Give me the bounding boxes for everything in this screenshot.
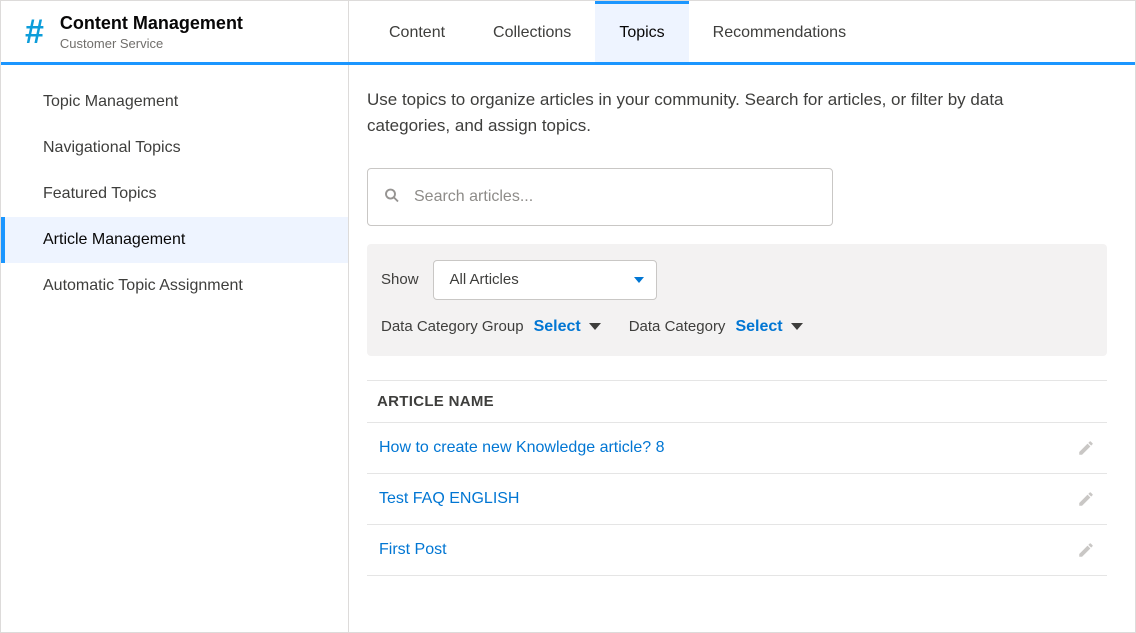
header-tabs: Content Collections Topics Recommendatio… <box>349 1 1135 62</box>
filter-bar: Show All Articles Data Category Group Se… <box>367 244 1107 356</box>
sidebar-item-article-management[interactable]: Article Management <box>1 217 348 263</box>
show-select[interactable]: All Articles <box>433 260 657 300</box>
filter-row-categories: Data Category Group Select Data Category… <box>381 318 1093 336</box>
article-table: ARTICLE NAME How to create new Knowledge… <box>367 380 1107 576</box>
dc-select-button[interactable]: Select <box>735 318 802 336</box>
tab-content[interactable]: Content <box>365 1 469 62</box>
intro-text: Use topics to organize articles in your … <box>367 87 1007 140</box>
app-root: # Content Management Customer Service Co… <box>0 0 1136 633</box>
sidebar-item-label: Navigational Topics <box>43 139 181 156</box>
tab-label: Content <box>389 24 445 42</box>
table-row: How to create new Knowledge article? 8 <box>367 423 1107 474</box>
article-link[interactable]: First Post <box>379 541 447 559</box>
sidebar-item-featured-topics[interactable]: Featured Topics <box>1 171 348 217</box>
sidebar-item-label: Article Management <box>43 231 185 248</box>
tab-collections[interactable]: Collections <box>469 1 595 62</box>
chevron-down-icon <box>791 323 803 330</box>
sidebar-item-navigational-topics[interactable]: Navigational Topics <box>1 125 348 171</box>
page-subtitle: Customer Service <box>60 36 243 51</box>
chevron-down-icon <box>634 277 644 283</box>
hash-icon: # <box>25 15 44 49</box>
sidebar-item-label: Automatic Topic Assignment <box>43 277 243 294</box>
tab-topics[interactable]: Topics <box>595 1 688 62</box>
search-wrap <box>367 168 833 226</box>
show-select-value: All Articles <box>450 271 519 288</box>
show-label: Show <box>381 271 419 288</box>
table-row: Test FAQ ENGLISH <box>367 474 1107 525</box>
chevron-down-icon <box>589 323 601 330</box>
pencil-icon[interactable] <box>1077 490 1095 508</box>
pencil-icon[interactable] <box>1077 439 1095 457</box>
body: Topic Management Navigational Topics Fea… <box>1 65 1135 632</box>
sidebar-item-topic-management[interactable]: Topic Management <box>1 79 348 125</box>
dcg-select-button[interactable]: Select <box>534 318 601 336</box>
page-title: Content Management <box>60 13 243 34</box>
main-content: Use topics to organize articles in your … <box>349 65 1135 632</box>
data-category-filter: Data Category Select <box>629 318 803 336</box>
tab-label: Recommendations <box>713 24 846 42</box>
tab-label: Topics <box>619 24 664 42</box>
dc-label: Data Category <box>629 318 726 335</box>
search-input[interactable] <box>367 168 833 226</box>
dcg-label: Data Category Group <box>381 318 524 335</box>
header: # Content Management Customer Service Co… <box>1 1 1135 65</box>
sidebar-item-label: Featured Topics <box>43 185 157 202</box>
pencil-icon[interactable] <box>1077 541 1095 559</box>
filter-row-show: Show All Articles <box>381 260 1093 300</box>
tab-recommendations[interactable]: Recommendations <box>689 1 870 62</box>
article-link[interactable]: How to create new Knowledge article? 8 <box>379 439 665 457</box>
sidebar: Topic Management Navigational Topics Fea… <box>1 65 349 632</box>
header-title-block: # Content Management Customer Service <box>1 1 349 62</box>
dc-select-text: Select <box>735 318 782 336</box>
article-link[interactable]: Test FAQ ENGLISH <box>379 490 519 508</box>
sidebar-item-label: Topic Management <box>43 93 178 110</box>
sidebar-item-automatic-topic-assignment[interactable]: Automatic Topic Assignment <box>1 263 348 309</box>
table-header-article-name: ARTICLE NAME <box>367 381 1107 423</box>
tab-label: Collections <box>493 24 571 42</box>
data-category-group-filter: Data Category Group Select <box>381 318 601 336</box>
table-row: First Post <box>367 525 1107 576</box>
dcg-select-text: Select <box>534 318 581 336</box>
search-icon <box>383 186 401 207</box>
